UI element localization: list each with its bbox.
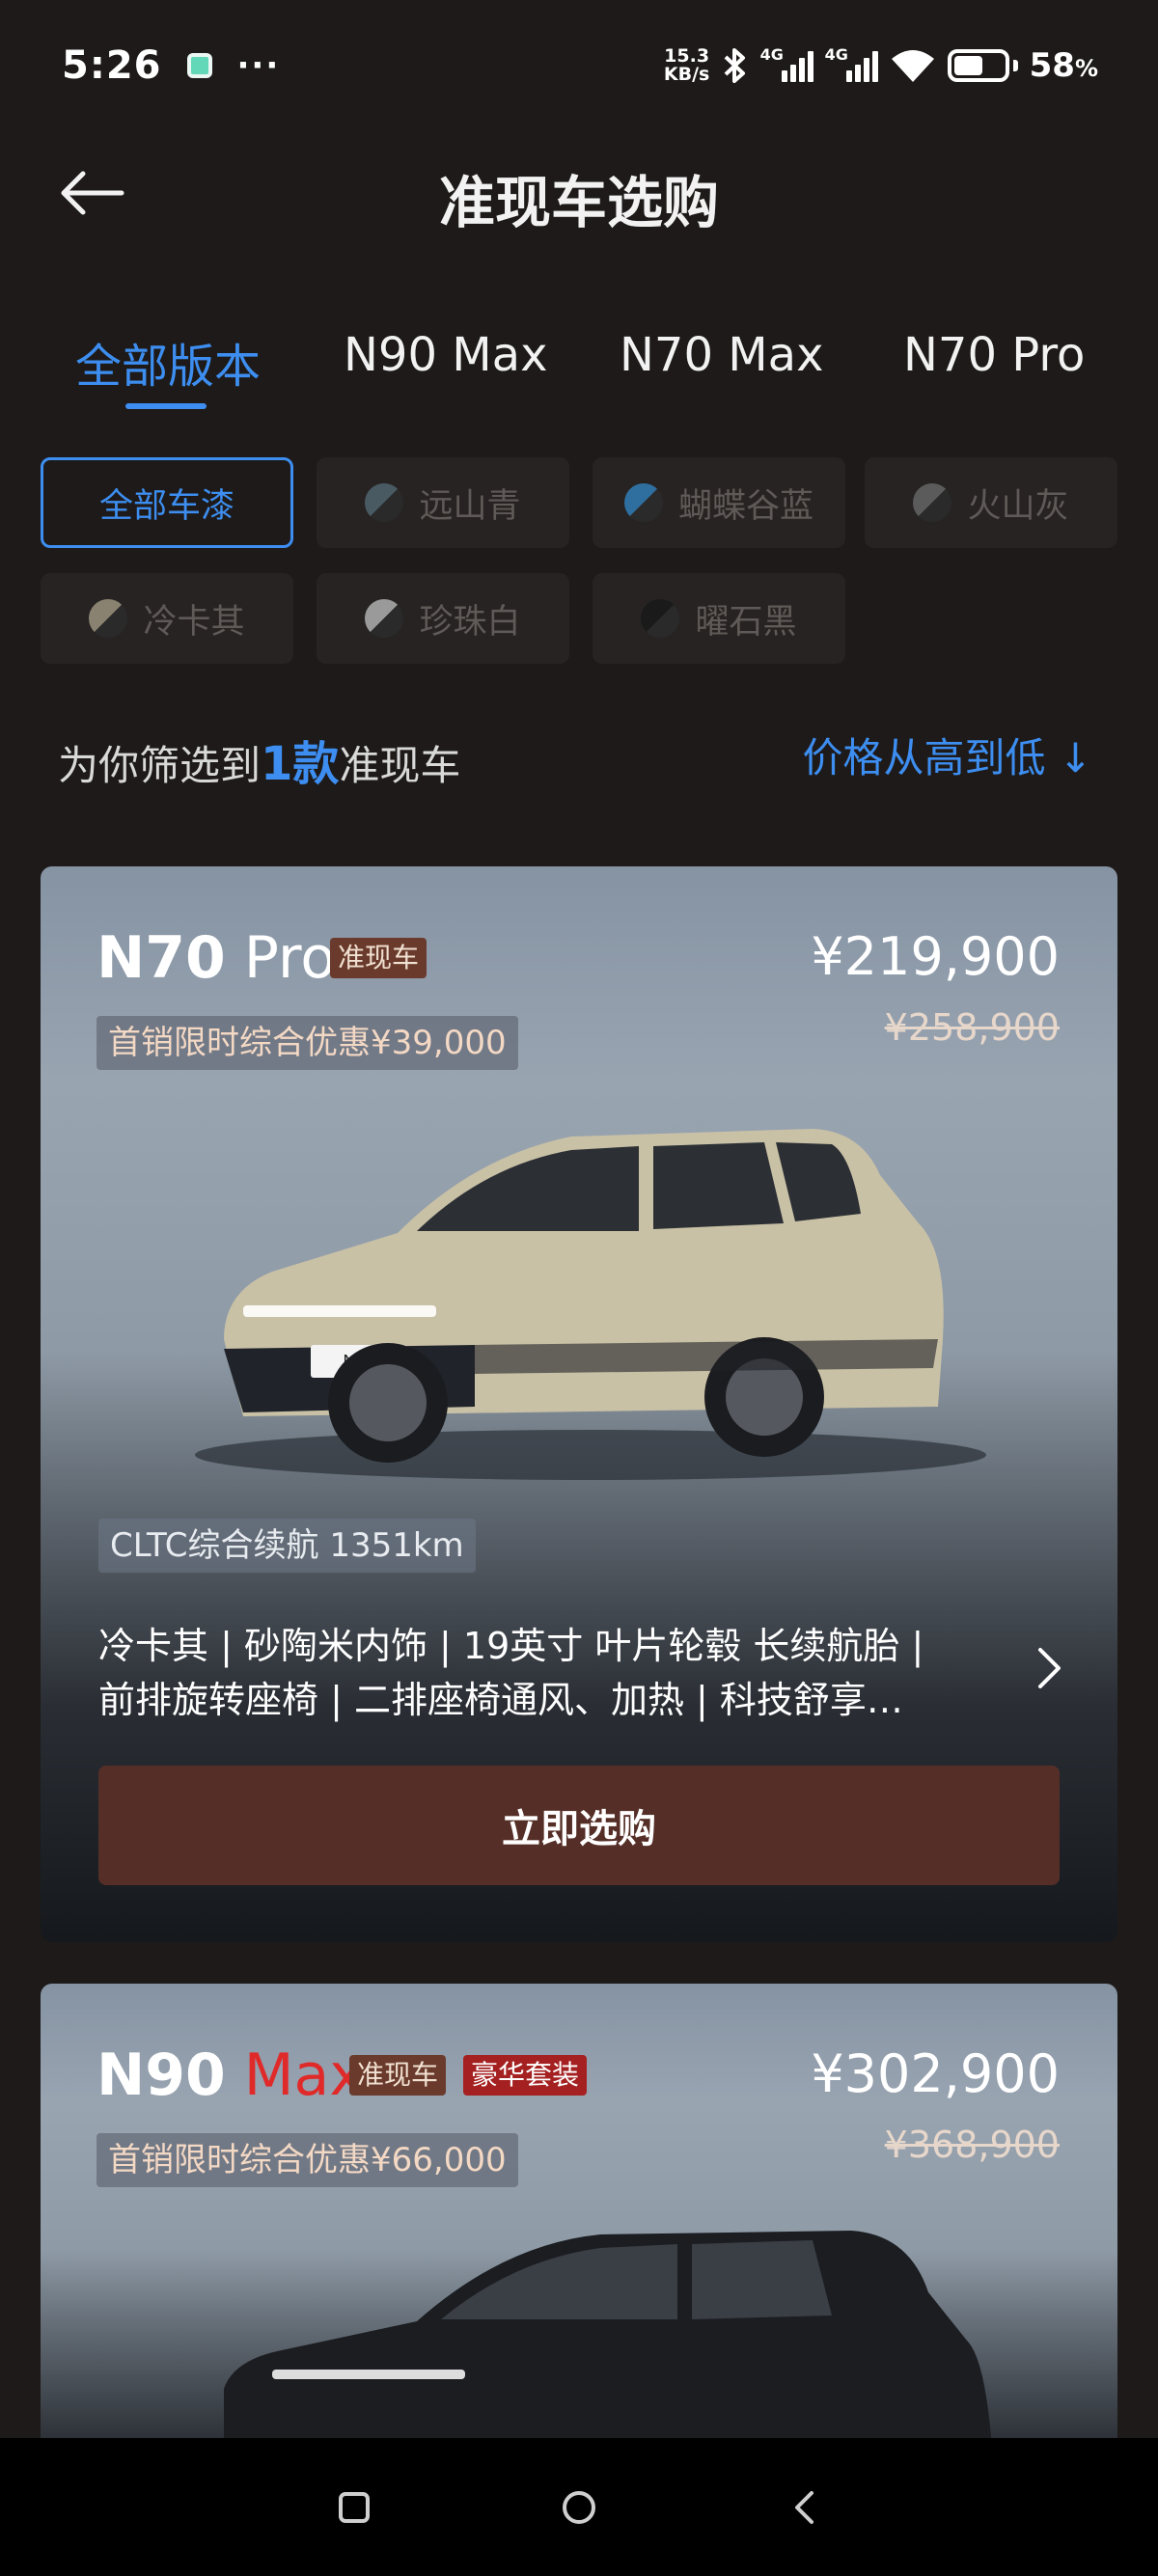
promo-badge: 首销限时综合优惠¥39,000 <box>96 1016 518 1070</box>
home-button[interactable] <box>550 2479 608 2536</box>
color-chip-huoshanhui[interactable]: 火山灰 <box>865 457 1117 548</box>
wifi-icon <box>891 49 934 82</box>
color-swatch <box>641 599 680 638</box>
price: ¥219,900 <box>811 926 1060 987</box>
tab-all-versions[interactable]: 全部版本 <box>75 328 261 396</box>
header: 准现车选购 <box>0 130 1158 256</box>
promo-badge: 首销限时综合优惠¥66,000 <box>96 2133 518 2187</box>
color-swatch <box>365 599 404 638</box>
system-nav-bar <box>0 2438 1158 2576</box>
network-speed: 15.3 KB/s <box>663 44 710 85</box>
result-summary: 为你筛选到1款准现车 <box>58 737 461 791</box>
stock-tag: 准现车 <box>330 938 427 978</box>
tab-n70-pro[interactable]: N70 Pro <box>903 328 1085 382</box>
model-name: N70 Pro <box>96 924 336 992</box>
model-name: N90 Max <box>96 2042 364 2109</box>
cell-signal-icon-2: 4G <box>825 45 878 82</box>
chevron-left-icon <box>795 2490 814 2524</box>
car-image: N70 <box>195 1129 986 1480</box>
page-title: 准现车选购 <box>438 170 719 235</box>
chevron-right-icon[interactable] <box>1034 1646 1063 1690</box>
status-time: 5:26 <box>62 42 162 88</box>
color-swatch <box>89 599 128 638</box>
model-tabs: 全部版本 N90 Max N70 Max N70 Pro <box>0 318 1158 415</box>
sort-button[interactable]: 价格从高到低 ↓ <box>802 726 1092 784</box>
battery-percent: 58% <box>1029 45 1098 85</box>
color-chip-yuanshanqing[interactable]: 远山青 <box>317 457 569 548</box>
square-icon <box>338 2491 370 2523</box>
cell-signal-icon: 4G <box>760 45 813 82</box>
app-notification-icon <box>186 52 212 78</box>
more-notifications-icon: ··· <box>236 45 281 85</box>
luxury-package-tag: 豪华套装 <box>463 2055 588 2096</box>
color-chip-zhenzhubai[interactable]: 珍珠白 <box>317 573 569 664</box>
vehicle-card[interactable]: N70 Pro 准现车 ¥219,900 ¥258,900 首销限时综合优惠¥3… <box>41 866 1117 1942</box>
color-chip-yaoshihei[interactable]: 曜石黑 <box>593 573 845 664</box>
original-price: ¥368,900 <box>884 2124 1060 2166</box>
color-swatch <box>913 483 952 522</box>
color-chip-all[interactable]: 全部车漆 <box>41 457 293 548</box>
feature-list: 冷卡其 | 砂陶米内饰 | 19英寸 叶片轮毂 长续航胎 | 前排旋转座椅 | … <box>98 1625 924 1721</box>
circle-icon <box>562 2490 595 2524</box>
battery-icon <box>947 48 1018 82</box>
bluetooth-icon <box>724 47 745 83</box>
color-chip-hudiegulan[interactable]: 蝴蝶谷蓝 <box>593 457 845 548</box>
active-tab-indicator <box>125 403 207 409</box>
tab-n90-max[interactable]: N90 Max <box>344 328 547 382</box>
range-badge: CLTC综合续航 1351km <box>98 1519 476 1573</box>
status-bar: 5:26 ··· 15.3 KB/s 4G 4G 58% <box>0 0 1158 130</box>
price: ¥302,900 <box>811 2043 1060 2104</box>
color-swatch <box>623 483 663 522</box>
stock-tag: 准现车 <box>349 2055 447 2096</box>
color-chip-lengkaqi[interactable]: 冷卡其 <box>41 573 293 664</box>
recent-apps-button[interactable] <box>325 2479 383 2536</box>
system-back-button[interactable] <box>775 2479 833 2536</box>
buy-now-button[interactable]: 立即选购 <box>98 1766 1060 1885</box>
original-price: ¥258,900 <box>884 1006 1060 1049</box>
color-swatch <box>365 483 404 522</box>
tab-n70-max[interactable]: N70 Max <box>620 328 823 382</box>
